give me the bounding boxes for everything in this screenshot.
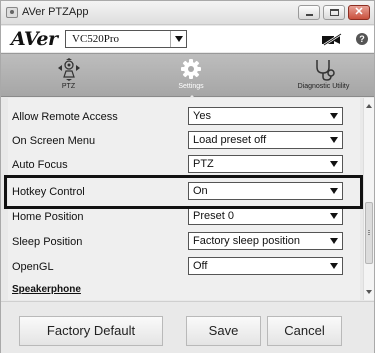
help-icon[interactable]: ? — [356, 33, 368, 45]
setting-row-allow-remote-access: Allow Remote Access Yes — [8, 103, 360, 127]
close-icon: ✕ — [354, 6, 364, 18]
gear-icon — [181, 59, 201, 79]
home-position-select[interactable]: Preset 0 — [188, 207, 343, 225]
select-arrow[interactable] — [326, 208, 342, 224]
grip-line — [368, 232, 370, 233]
tab-ptz[interactable]: PTZ — [41, 54, 96, 97]
on-screen-menu-select[interactable]: Load preset off — [188, 131, 343, 149]
device-select-arrow[interactable] — [170, 31, 186, 47]
setting-row-sleep-position: Sleep Position Factory sleep position — [8, 228, 360, 252]
select-arrow[interactable] — [326, 108, 342, 124]
minimize-button[interactable] — [298, 5, 320, 20]
factory-default-button[interactable]: Factory Default — [19, 316, 163, 346]
speakerphone-section-link[interactable]: Speakerphone — [12, 284, 81, 295]
scrollbar-thumb[interactable] — [365, 202, 373, 264]
tab-settings[interactable]: Settings — [156, 54, 226, 100]
select-arrow[interactable] — [326, 156, 342, 172]
select-value: PTZ — [193, 158, 214, 170]
auto-focus-select[interactable]: PTZ — [188, 155, 343, 173]
device-select[interactable]: VC520Pro — [65, 30, 187, 48]
device-select-value: VC520Pro — [72, 33, 120, 45]
chevron-down-icon — [330, 263, 338, 269]
select-value: Load preset off — [193, 134, 267, 146]
allow-remote-access-select[interactable]: Yes — [188, 107, 343, 125]
title-bar: AVer PTZApp ✕ — [1, 1, 374, 25]
setting-row-opengl: OpenGL Off — [8, 253, 360, 277]
maximize-icon — [330, 9, 339, 16]
scroll-down-icon[interactable] — [366, 290, 372, 294]
maximize-button[interactable] — [323, 5, 345, 20]
scroll-up-icon[interactable] — [366, 104, 372, 108]
minimize-icon — [306, 14, 313, 16]
app-window: AVer PTZApp ✕ AVer VC520Pro ? PTZ Settin… — [0, 0, 375, 353]
app-icon — [6, 7, 18, 18]
tab-bar: PTZ Settings Diagnostic Utility — [1, 53, 374, 100]
tab-label: Diagnostic Utility — [297, 83, 350, 90]
select-arrow[interactable] — [326, 132, 342, 148]
header-bar: AVer VC520Pro ? — [1, 26, 374, 52]
highlight-box — [4, 175, 363, 209]
save-button[interactable]: Save — [186, 316, 261, 346]
camera-mute-icon[interactable] — [321, 33, 343, 46]
select-value: Yes — [193, 110, 211, 122]
select-value: Off — [193, 260, 208, 272]
chevron-down-icon — [330, 137, 338, 143]
chevron-down-icon — [330, 161, 338, 167]
setting-label: Home Position — [12, 211, 84, 223]
tab-diagnostic-utility[interactable]: Diagnostic Utility — [276, 54, 371, 97]
setting-label: OpenGL — [12, 261, 54, 273]
aver-logo: AVer — [11, 28, 58, 50]
ptz-icon — [57, 58, 80, 81]
grip-line — [368, 230, 370, 231]
select-value: Factory sleep position — [193, 235, 300, 247]
window-controls: ✕ — [298, 5, 370, 20]
opengl-select[interactable]: Off — [188, 257, 343, 275]
chevron-down-icon — [330, 113, 338, 119]
sleep-position-select[interactable]: Factory sleep position — [188, 232, 343, 250]
window-title: AVer PTZApp — [22, 6, 89, 18]
setting-row-auto-focus: Auto Focus PTZ — [8, 151, 360, 175]
tab-label: Settings — [178, 83, 204, 90]
setting-row-on-screen-menu: On Screen Menu Load preset off — [8, 127, 360, 151]
setting-label: Allow Remote Access — [12, 111, 118, 123]
cancel-button[interactable]: Cancel — [267, 316, 342, 346]
stethoscope-icon — [315, 60, 335, 81]
chevron-down-icon — [330, 238, 338, 244]
chevron-down-icon — [175, 36, 183, 42]
chevron-down-icon — [330, 213, 338, 219]
setting-label: Auto Focus — [12, 159, 68, 171]
setting-row-speakerphone: Speakerphone — [8, 276, 360, 300]
footer: Factory Default Save Cancel — [1, 301, 374, 353]
select-value: Preset 0 — [193, 210, 234, 222]
setting-label: Sleep Position — [12, 236, 83, 248]
select-arrow[interactable] — [326, 233, 342, 249]
tab-label: PTZ — [61, 83, 76, 90]
setting-label: On Screen Menu — [12, 135, 96, 147]
grip-line — [368, 234, 370, 235]
close-button[interactable]: ✕ — [348, 5, 370, 20]
vertical-scrollbar[interactable] — [363, 98, 374, 300]
select-arrow[interactable] — [326, 258, 342, 274]
